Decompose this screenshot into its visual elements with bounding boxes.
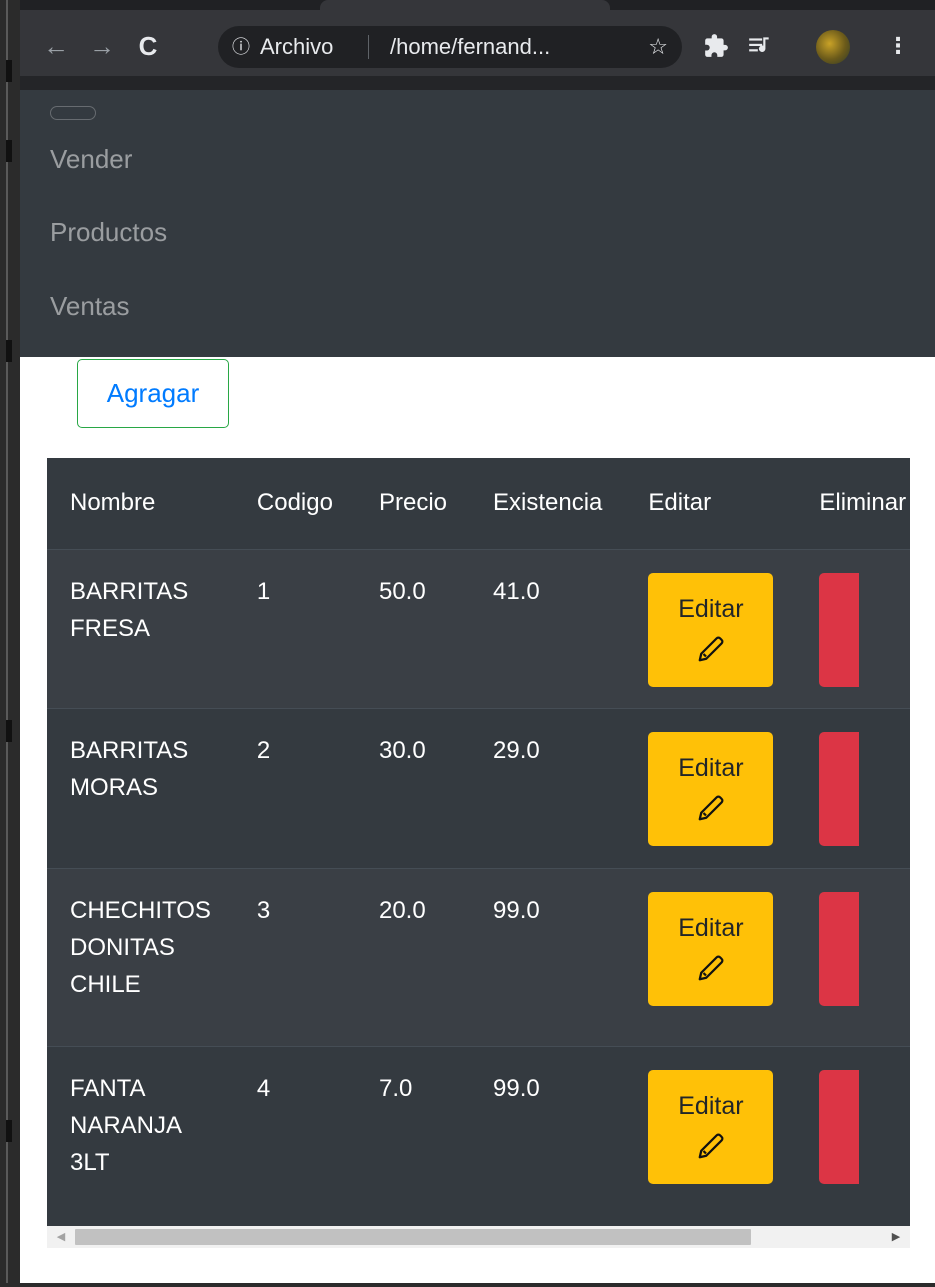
back-arrow-icon[interactable]: ← <box>38 28 74 64</box>
pencil-icon <box>698 955 724 980</box>
tab-strip <box>20 0 935 10</box>
cell-eliminar <box>796 868 910 1046</box>
cell-codigo: 1 <box>256 577 271 605</box>
browser-toolbar: ← → C ⓘ Archivo /home/fernand... ☆ ⋮ <box>20 10 935 90</box>
delete-button[interactable] <box>819 891 860 1006</box>
products-table: Nombre Codigo Precio Existencia Editar E… <box>47 458 910 1225</box>
cell-nombre: BARRITAS MORAS <box>70 736 189 801</box>
nav-link-productos[interactable]: Productos <box>50 217 167 248</box>
site-scheme-label[interactable]: Archivo <box>260 26 333 68</box>
cell-existencia: 29.0 <box>493 736 540 764</box>
extensions-puzzle-icon[interactable] <box>700 28 732 64</box>
edit-button-label: Editar <box>678 753 744 782</box>
delete-button[interactable] <box>819 572 860 687</box>
cell-precio: 20.0 <box>378 896 426 924</box>
profile-avatar[interactable] <box>816 30 850 64</box>
header-existencia: Existencia <box>493 489 603 517</box>
header-codigo: Codigo <box>256 489 333 517</box>
scrollbar-thumb[interactable] <box>75 1229 751 1245</box>
add-product-button[interactable]: Agragar <box>77 359 229 428</box>
forward-arrow-icon[interactable]: → <box>84 28 120 64</box>
edit-button[interactable]: Editar <box>648 1069 774 1184</box>
edit-button[interactable]: Editar <box>648 572 774 687</box>
cell-nombre: CHECHITOS DONITAS CHILE <box>70 896 211 998</box>
pencil-icon <box>698 636 724 661</box>
cell-codigo: 4 <box>256 1074 271 1102</box>
address-bar[interactable]: ⓘ Archivo /home/fernand... ☆ <box>218 26 682 68</box>
pencil-icon <box>698 795 724 820</box>
table-header-row: Nombre Codigo Precio Existencia Editar E… <box>47 458 910 549</box>
header-nombre: Nombre <box>70 489 156 517</box>
media-controls-icon[interactable] <box>744 28 776 64</box>
cell-nombre: FANTA NARANJA 3LT <box>70 1074 181 1176</box>
active-tab[interactable] <box>320 0 610 10</box>
app-navbar: Vender Productos Ventas <box>20 90 935 357</box>
table-row: BARRITAS FRESA 1 50.0 41.0 Editar <box>47 549 910 708</box>
cell-existencia: 41.0 <box>493 577 540 605</box>
cell-existencia: 99.0 <box>493 1074 540 1102</box>
cell-editar: Editar <box>625 549 796 708</box>
delete-button[interactable] <box>819 1069 860 1184</box>
table-row: FANTA NARANJA 3LT 4 7.0 99.0 Editar <box>47 1046 910 1225</box>
table-horizontal-scrollbar[interactable]: ◀ ▶ <box>47 1226 910 1248</box>
cell-codigo: 3 <box>256 896 271 924</box>
cell-nombre: BARRITAS FRESA <box>70 577 189 642</box>
nav-link-vender[interactable]: Vender <box>50 144 132 175</box>
edit-button-label: Editar <box>678 594 744 623</box>
address-separator <box>368 35 369 59</box>
cell-precio: 30.0 <box>378 736 426 764</box>
nav-link-ventas[interactable]: Ventas <box>50 291 130 322</box>
cell-editar: Editar <box>625 708 796 868</box>
desktop-bottom-edge <box>0 1283 935 1287</box>
star-icon[interactable]: ☆ <box>648 26 668 68</box>
header-precio: Precio <box>378 489 447 517</box>
pencil-icon <box>698 1133 724 1158</box>
header-eliminar: Eliminar <box>819 489 907 517</box>
menu-dots-icon[interactable]: ⋮ <box>886 28 910 64</box>
desktop-edge <box>0 0 20 1287</box>
edit-button[interactable]: Editar <box>648 891 774 1006</box>
edit-button[interactable]: Editar <box>648 731 774 846</box>
scroll-right-arrow-icon[interactable]: ▶ <box>886 1226 906 1248</box>
cell-editar: Editar <box>625 868 796 1046</box>
cell-existencia: 99.0 <box>493 896 540 924</box>
cell-precio: 50.0 <box>378 577 426 605</box>
cell-eliminar <box>796 1046 910 1225</box>
info-icon[interactable]: ⓘ <box>230 26 252 68</box>
cell-precio: 7.0 <box>378 1074 413 1102</box>
cell-eliminar <box>796 708 910 868</box>
cell-eliminar <box>796 549 910 708</box>
products-table-container[interactable]: Nombre Codigo Precio Existencia Editar E… <box>47 458 910 1226</box>
navbar-toggler-button[interactable] <box>50 106 96 120</box>
edit-button-label: Editar <box>678 913 744 942</box>
cell-editar: Editar <box>625 1046 796 1225</box>
reload-icon[interactable]: C <box>130 28 166 64</box>
cell-codigo: 2 <box>256 736 271 764</box>
table-row: CHECHITOS DONITAS CHILE 3 20.0 99.0 Edit… <box>47 868 910 1046</box>
scroll-left-arrow-icon[interactable]: ◀ <box>51 1226 71 1248</box>
url-text[interactable]: /home/fernand... <box>390 26 550 68</box>
edit-button-label: Editar <box>678 1091 744 1120</box>
delete-button[interactable] <box>819 731 860 846</box>
header-editar: Editar <box>648 489 712 517</box>
table-row: BARRITAS MORAS 2 30.0 29.0 Editar <box>47 708 910 868</box>
browser-window: ← → C ⓘ Archivo /home/fernand... ☆ ⋮ Ven… <box>20 0 935 1283</box>
